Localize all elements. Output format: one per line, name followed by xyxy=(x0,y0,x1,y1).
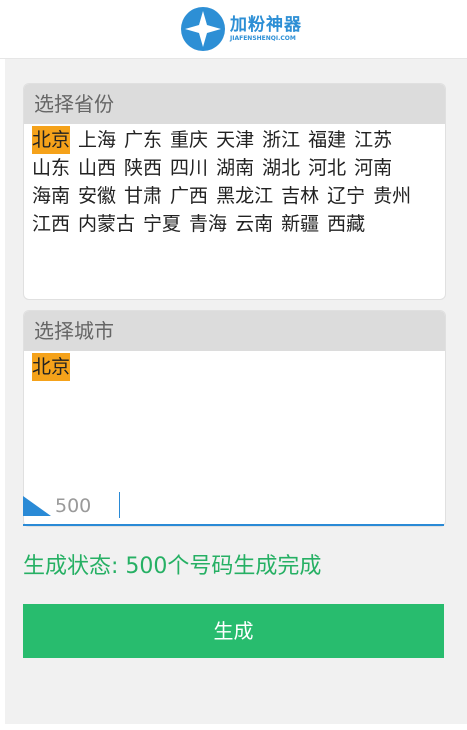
city-option[interactable]: 北京 xyxy=(32,353,71,381)
count-input[interactable] xyxy=(55,492,435,520)
province-option[interactable]: 贵州 xyxy=(373,182,411,210)
generate-button[interactable]: 生成 xyxy=(23,604,444,658)
generation-status: 生成状态: 500个号码生成完成 xyxy=(23,554,322,579)
province-option[interactable]: 天津 xyxy=(216,126,254,154)
logo-title: 加粉神器 xyxy=(230,15,302,35)
province-option[interactable]: 山东 xyxy=(32,154,70,182)
count-input-row xyxy=(23,488,444,526)
logo-star-icon xyxy=(181,7,225,51)
province-option[interactable]: 云南 xyxy=(235,210,273,238)
province-panel: 选择省份 北京 上海 广东 重庆 天津 浙江 福建 江苏山东 山西 陕西 四川 湖南 湖北 河北 河南海南安… xyxy=(23,83,446,300)
city-list: 北京 xyxy=(24,351,445,381)
province-option[interactable]: 江苏 xyxy=(354,126,392,154)
province-option[interactable]: 内蒙古 xyxy=(78,210,135,238)
province-option[interactable]: 四川 xyxy=(170,154,208,182)
text-cursor xyxy=(119,492,120,518)
province-list: 北京 上海 广东 重庆 天津 浙江 福建 江苏山东 山西 陕西 四川 湖南 湖北 河北 河南海南 安徽 甘肃 广西… xyxy=(24,124,445,238)
province-option[interactable]: 河南 xyxy=(354,154,392,182)
province-option[interactable]: 广西 xyxy=(170,182,208,210)
province-option[interactable]: 黑龙江 xyxy=(216,182,273,210)
province-option[interactable]: 海南 xyxy=(32,182,70,210)
province-option[interactable]: 广东 xyxy=(124,126,162,154)
province-option[interactable]: 北京 xyxy=(32,126,71,154)
province-option[interactable]: 山西 xyxy=(78,154,116,182)
app-header: 加粉神器 JIAFENSHENQI.COM xyxy=(0,0,467,59)
province-option[interactable]: 重庆 xyxy=(170,126,208,154)
province-option[interactable]: 湖北 xyxy=(262,154,300,182)
province-option[interactable]: 青海 xyxy=(189,210,227,238)
province-option[interactable]: 新疆 xyxy=(281,210,319,238)
province-option[interactable]: 西藏 xyxy=(327,210,365,238)
province-option[interactable]: 浙江 xyxy=(262,126,300,154)
province-option[interactable]: 吉林 xyxy=(281,182,319,210)
province-option[interactable]: 甘肃 xyxy=(124,182,162,210)
province-option[interactable]: 河北 xyxy=(308,154,346,182)
province-option[interactable]: 湖南 xyxy=(216,154,254,182)
province-option[interactable]: 陕西 xyxy=(124,154,162,182)
province-option[interactable]: 福建 xyxy=(308,126,346,154)
province-option[interactable]: 江西 xyxy=(32,210,70,238)
city-panel-title: 选择城市 xyxy=(24,311,445,351)
province-option[interactable]: 安徽 xyxy=(78,182,116,210)
province-panel-title: 选择省份 xyxy=(24,84,445,124)
province-option[interactable]: 宁夏 xyxy=(143,210,181,238)
input-corner-icon xyxy=(23,496,51,516)
logo-text: 加粉神器 JIAFENSHENQI.COM xyxy=(230,15,302,43)
province-option[interactable]: 上海 xyxy=(78,126,116,154)
province-option[interactable]: 辽宁 xyxy=(327,182,365,210)
app-logo: 加粉神器 JIAFENSHENQI.COM xyxy=(180,6,302,52)
logo-subtitle: JIAFENSHENQI.COM xyxy=(230,35,296,42)
